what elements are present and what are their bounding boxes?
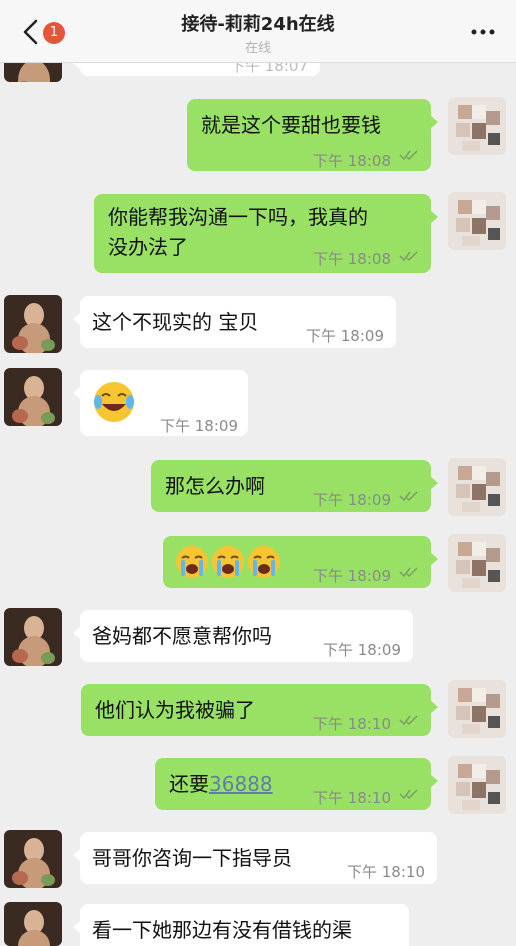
message-time: 下午 18:09 [323,641,401,659]
user-avatar[interactable] [448,756,506,814]
message-text: 这个不现实的 宝贝 [92,310,259,334]
message-time: 下午 18:08 [313,152,391,170]
message-time: 下午 18:08 [313,250,391,268]
read-ticks-icon [399,150,418,161]
message-text: 就是这个要甜也要钱 [201,113,381,137]
message-bubble-outgoing[interactable]: 那怎么办啊 下午 18:09 [151,460,438,512]
user-avatar[interactable] [448,192,506,250]
chat-header: 1 接待-莉莉24h在线 在线 [0,0,516,63]
crying-emoji-icon [176,546,208,578]
message-text: 哥哥你咨询一下指导员 [92,846,292,870]
message-bubble-outgoing[interactable]: 下午 18:09 [163,536,438,588]
read-ticks-icon [399,715,418,726]
message-text: 那怎么办啊 [165,474,265,498]
message-bubble-outgoing[interactable]: 他们认为我被骗了 下午 18:10 [81,684,438,736]
message-bubble-outgoing[interactable]: 就是这个要甜也要钱 下午 18:08 [187,99,438,171]
chat-title: 接待-莉莉24h在线 [181,14,335,35]
message-time: 下午 18:10 [313,789,391,807]
message-bubble-incoming[interactable]: 哥哥你咨询一下指导员 下午 18:10 [73,832,437,884]
user-avatar[interactable] [448,458,506,516]
read-ticks-icon [399,789,418,800]
laugh-cry-emoji-icon [94,382,134,422]
contact-avatar[interactable] [4,830,62,888]
more-options-icon[interactable] [470,22,496,42]
crying-emoji-icon [212,546,244,578]
message-bubble-outgoing[interactable]: 你能帮我沟通一下吗，我真的 没办法了 下午 18:08 [94,194,438,273]
message-text: 他们认为我被骗了 [95,698,255,722]
message-text-line: 你能帮我沟通一下吗，我真的 [108,205,368,229]
message-text: 还要 [169,772,209,796]
read-ticks-icon [399,491,418,502]
message-time: 下午 18:09 [313,491,391,509]
user-avatar[interactable] [448,97,506,155]
user-avatar[interactable] [448,680,506,738]
message-bubble-incoming[interactable]: 看一下她那边有没有借钱的渠 [73,904,409,946]
contact-avatar[interactable] [4,368,62,426]
phone-number-link[interactable]: 36888 [209,772,273,796]
message-bubble-outgoing[interactable]: 还要36888 下午 18:10 [155,758,438,810]
user-avatar[interactable] [448,534,506,592]
online-status: 在线 [244,41,271,56]
message-bubble-incoming[interactable]: 这个不现实的 宝贝 下午 18:09 [73,296,396,348]
contact-avatar[interactable] [4,295,62,353]
read-ticks-icon [399,251,418,262]
message-time: 下午 18:10 [347,863,425,881]
message-time: 下午 18:09 [306,327,384,345]
message-text: 看一下她那边有没有借钱的渠 [92,918,352,942]
message-bubble-incoming[interactable]: 爸妈都不愿意帮你吗 下午 18:09 [73,610,413,662]
contact-avatar[interactable] [4,902,62,946]
message-text: 爸妈都不愿意帮你吗 [92,624,272,648]
message-bubble-incoming[interactable]: 下午 18:09 [73,370,248,436]
message-time: 下午 18:09 [160,417,238,435]
message-time: 下午 18:09 [313,567,391,585]
contact-avatar[interactable] [4,608,62,666]
crying-emoji-icon [248,546,280,578]
message-time: 下午 18:10 [313,715,391,733]
read-ticks-icon [399,567,418,578]
